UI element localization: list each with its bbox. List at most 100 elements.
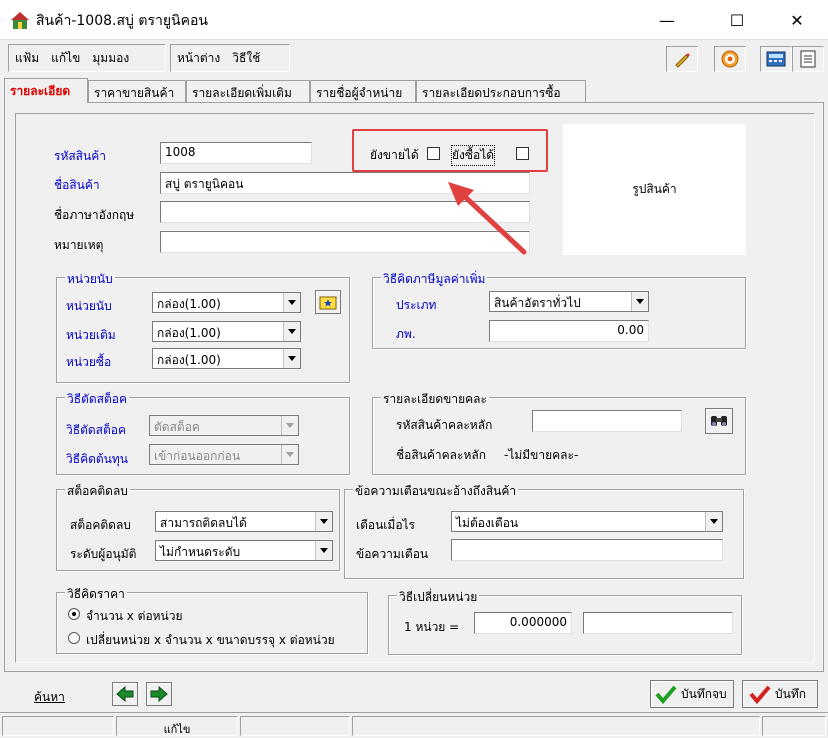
cost-method-value: เข้าก่อนออกก่อน (154, 449, 241, 463)
vat-rate-input[interactable]: 0.00 (489, 320, 649, 342)
code-input[interactable]: 1008 (160, 142, 312, 164)
folder-star-icon (319, 296, 337, 310)
note-label: หมายเหตุ (54, 238, 104, 252)
chevron-down-icon (710, 519, 718, 524)
buy-unit-value: กล่อง(1.00) (157, 353, 221, 367)
minimize-button[interactable]: — (644, 0, 690, 40)
save-close-button[interactable]: บันทึกจบ (650, 680, 734, 708)
target-button[interactable] (714, 46, 746, 72)
tab-purchase-details[interactable]: รายละเอียดประกอบการซื้อ (416, 80, 586, 103)
binoculars-icon (711, 416, 727, 426)
pen-icon (675, 53, 690, 68)
unit-select-value: กล่อง(1.00) (157, 297, 221, 311)
wholesale-name-label: ชื่อสินค้าคละหลัก (396, 448, 486, 462)
default-unit-label: หน่วยเติม (66, 328, 116, 342)
arrow-right-icon (150, 686, 168, 702)
warn-message-input[interactable] (451, 539, 723, 561)
menu-file[interactable]: แฟ้ม (9, 49, 45, 68)
unit-group-title: หน่วยนับ (65, 270, 115, 289)
stock-method-value: ตัดสต็อค (154, 420, 200, 434)
wholesale-code-label: รหัสสินค้าคละหลัก (396, 418, 493, 432)
price-option2-radio[interactable] (68, 632, 80, 644)
english-name-label: ชื่อภาษาอังกฤษ (54, 208, 135, 222)
chevron-down-icon (286, 452, 294, 457)
negative-stock-value: สามารถติดลบได้ (160, 516, 247, 530)
menu-bar: แฟ้ม แก้ไข มุมมอง หน้าต่าง วิธีใช้ (2, 41, 826, 75)
unit-convert-unit-input[interactable] (583, 612, 733, 634)
unit-convert-label: 1 หน่วย = (404, 620, 460, 634)
chevron-down-icon (320, 548, 328, 553)
product-picture[interactable]: รูปสินค้า (563, 124, 746, 255)
menu-view[interactable]: มุมมอง (86, 49, 135, 68)
notes-button[interactable] (792, 46, 824, 72)
window-title: สินค้า-1008.สบู่ ตรายูนิคอน (36, 13, 208, 29)
unit-select[interactable]: กล่อง(1.00) (152, 292, 301, 313)
close-button[interactable]: ✕ (774, 0, 820, 40)
vat-rate-label: ภพ. (396, 327, 416, 341)
tab-details[interactable]: รายละเอียด (4, 78, 88, 103)
stock-group-title: วิธีตัดสต็อค (65, 390, 129, 409)
approver-level-label: ระดับผู้อนุมัติ (70, 547, 137, 561)
menu-help[interactable]: วิธีใช้ (226, 49, 266, 68)
wholesale-search-button[interactable] (705, 408, 733, 434)
wholesale-code-input[interactable] (532, 410, 682, 432)
search-link[interactable]: ค้นหา (34, 688, 65, 707)
status-mode: แก้ไข (116, 716, 238, 736)
status-cell-5 (762, 716, 826, 736)
unit-convert-group-title: วิธีเปลี่ยนหน่วย (397, 588, 480, 607)
tab-more-details[interactable]: รายละเอียดเพิ่มเติม (186, 80, 310, 103)
status-cell-3 (240, 716, 350, 736)
highlight-box (352, 129, 548, 172)
negative-stock-select[interactable]: สามารถติดลบได้ (155, 511, 333, 532)
chevron-down-icon (288, 329, 296, 334)
calculator-pen-button[interactable] (666, 46, 698, 72)
vat-type-value: สินค้าอัตราทั่วไป (494, 296, 581, 310)
picture-label: รูปสินค้า (632, 182, 677, 196)
stock-method-select[interactable]: ตัดสต็อค (149, 415, 299, 436)
buy-unit-label: หน่วยซื้อ (66, 355, 112, 369)
save-button[interactable]: บันทึก (742, 680, 818, 708)
menu-group-window: หน้าต่าง วิธีใช้ (170, 44, 290, 72)
app-house-icon (11, 12, 29, 29)
cost-method-select[interactable]: เข้าก่อนออกก่อน (149, 444, 299, 465)
pointer-arrow (448, 182, 527, 255)
code-label: รหัสสินค้า (54, 149, 106, 163)
chevron-down-icon (288, 300, 296, 305)
price-option2-label: เปลี่ยนหน่วย x จำนวน x ขนาดบรรจุ x ต่อหน… (86, 633, 335, 647)
save-label: บันทึก (775, 686, 806, 701)
warn-when-select[interactable]: ไม่ต้องเตือน (451, 511, 723, 532)
chevron-down-icon (320, 519, 328, 524)
vat-type-label: ประเภท (396, 298, 437, 312)
chevron-down-icon (286, 423, 294, 428)
unit-factor-input[interactable]: 0.000000 (474, 612, 572, 634)
approver-level-select[interactable]: ไม่กำหนดระดับ (155, 540, 333, 561)
menu-group-main: แฟ้ม แก้ไข มุมมอง (8, 44, 166, 72)
cost-method-label: วิธีคิดต้นทุน (66, 452, 128, 466)
vat-type-select[interactable]: สินค้าอัตราทั่วไป (489, 291, 649, 312)
target-icon (721, 50, 739, 68)
tab-suppliers[interactable]: รายชื่อผู้จำหน่าย (310, 80, 416, 103)
checkmark-red-icon (749, 685, 771, 704)
wholesale-name-value: -ไม่มีขายคละ- (504, 448, 579, 462)
status-cell-1 (2, 716, 114, 736)
save-close-label: บันทึกจบ (681, 686, 727, 701)
title-bar: สินค้า-1008.สบู่ ตรายูนิคอน — ☐ ✕ (0, 0, 828, 40)
warn-message-label: ข้อความเตือน (356, 547, 429, 561)
warning-group-title: ข้อความเตือนขณะอ้างถึงสินค้า (353, 482, 519, 501)
tab-sale-price[interactable]: ราคาขายสินค้า (88, 80, 186, 103)
calculator-button[interactable] (760, 46, 792, 72)
unit-lookup-button[interactable] (315, 290, 341, 314)
previous-record-button[interactable] (112, 682, 138, 706)
default-unit-select[interactable]: กล่อง(1.00) (152, 321, 301, 342)
checkmark-green-icon (655, 685, 677, 704)
approver-level-value: ไม่กำหนดระดับ (160, 545, 241, 559)
minimize-icon: — (659, 10, 675, 30)
warn-when-value: ไม่ต้องเตือน (456, 516, 519, 530)
menu-edit[interactable]: แก้ไข (45, 49, 86, 68)
next-record-button[interactable] (146, 682, 172, 706)
maximize-button[interactable]: ☐ (714, 0, 760, 40)
menu-window[interactable]: หน้าต่าง (171, 49, 226, 68)
price-option1-label: จำนวน x ต่อหน่วย (86, 609, 183, 623)
price-option1-radio[interactable] (68, 608, 80, 620)
buy-unit-select[interactable]: กล่อง(1.00) (152, 348, 301, 369)
